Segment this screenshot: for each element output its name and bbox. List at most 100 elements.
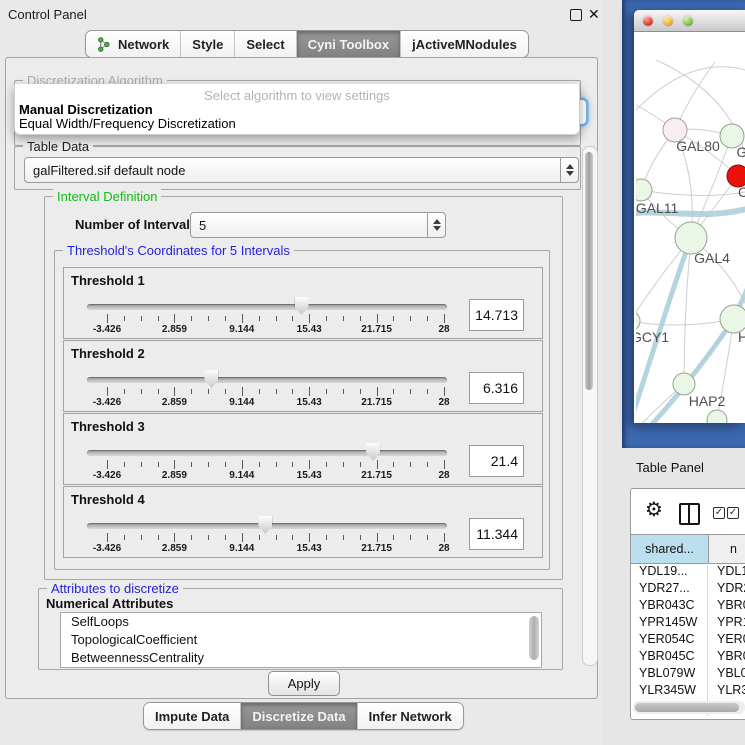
dropdown-option-manual-discretization[interactable]: Manual Discretization (19, 102, 153, 117)
table-row[interactable]: YBR045CYBR0 (631, 648, 745, 665)
tick-mark (326, 462, 327, 467)
bottom-tab-strip: Impute DataDiscretize DataInfer Network (143, 702, 464, 730)
threshold-3-slider-handle[interactable] (366, 443, 380, 461)
table-data-combobox[interactable]: galFiltered.sif default node (24, 157, 579, 183)
checked-box-icon[interactable]: ✓ (727, 507, 739, 519)
combobox-value: 5 (191, 218, 427, 233)
tick-mark (174, 533, 175, 542)
cell-shared-name[interactable]: YBR043C (631, 597, 708, 614)
cell-shared-name[interactable]: YDL19... (631, 563, 708, 580)
traffic-light-close-icon[interactable] (643, 16, 653, 26)
cell-name[interactable]: YBR0 (708, 648, 745, 665)
threshold-4-value-field[interactable]: 11.344 (469, 518, 524, 550)
cell-shared-name[interactable]: YLR345W (631, 682, 708, 699)
stepper-icon[interactable] (560, 158, 578, 182)
cell-shared-name[interactable]: YBL079W (631, 665, 708, 682)
cell-name[interactable]: YBR0 (708, 597, 745, 614)
column-header-name[interactable]: n (709, 535, 745, 563)
dropdown-option-equal-width-frequency[interactable]: Equal Width/Frequency Discretization (19, 116, 236, 131)
tab-network[interactable]: Network (86, 31, 180, 57)
stepper-icon[interactable] (427, 213, 445, 237)
panel-title: Control Panel (8, 7, 87, 22)
traffic-light-zoom-icon[interactable] (683, 16, 693, 26)
threshold-2-slider-handle[interactable] (204, 370, 218, 388)
threshold-2-value-field[interactable]: 6.316 (469, 372, 524, 404)
tick-mark (158, 462, 159, 467)
tick-mark (326, 389, 327, 394)
threshold-panel-2: Threshold 2-3.4262.8599.14415.4321.71528… (63, 340, 543, 412)
table-row[interactable]: YER054CYER0 (631, 631, 745, 648)
node-label: HAP2 (689, 393, 726, 409)
cell-name[interactable]: YPR1 (708, 614, 745, 631)
checked-box-icon[interactable]: ✓ (713, 507, 725, 519)
node-label: GAL4 (694, 250, 730, 266)
cell-name[interactable]: YDL1 (708, 563, 745, 580)
tick-label: 21.715 (361, 470, 392, 481)
panel-scrollbar-track[interactable] (582, 146, 598, 666)
table-row[interactable]: YPR145WYPR1 (631, 614, 745, 631)
traffic-light-minimize-icon[interactable] (663, 16, 673, 26)
tick-label: 21.715 (361, 543, 392, 554)
threshold-panel-3: Threshold 3-3.4262.8599.14415.4321.71528… (63, 413, 543, 485)
cell-name[interactable]: YDR2 (708, 580, 745, 597)
cell-name[interactable]: YBL0 (708, 665, 745, 682)
threshold-1-slider-handle[interactable] (295, 297, 309, 315)
tick-mark (393, 316, 394, 321)
float-window-icon[interactable] (570, 9, 582, 21)
gear-icon[interactable]: ⚙ (645, 497, 663, 522)
tab-impute-data[interactable]: Impute Data (144, 703, 240, 729)
cell-shared-name[interactable]: YPR145W (631, 614, 708, 631)
desktop-background: GAL80GCGAL11GAL4GCY1HHAP2 (622, 0, 745, 448)
tick-label: 9.144 (229, 470, 254, 481)
threshold-4-slider-handle[interactable] (258, 516, 272, 534)
table-row[interactable]: YBR043CYBR0 (631, 597, 745, 614)
table-row[interactable]: YDR27...YDR2 (631, 580, 745, 597)
node-label: GAL11 (636, 200, 678, 216)
cell-shared-name[interactable]: YBR045C (631, 648, 708, 665)
cell-name[interactable]: YER0 (708, 631, 745, 648)
top-tab-strip: NetworkStyleSelectCyni ToolboxjActiveMNo… (85, 30, 529, 58)
split-columns-icon[interactable] (679, 503, 700, 525)
list-scrollbar-thumb[interactable] (529, 616, 539, 660)
cell-shared-name[interactable]: YER054C (631, 631, 708, 648)
panel-scrollbar-thumb[interactable] (585, 152, 593, 390)
network-canvas[interactable]: GAL80GCGAL11GAL4GCY1HHAP2 (636, 32, 745, 423)
slider-track[interactable] (87, 304, 447, 310)
tab-jactivemnodules[interactable]: jActiveMNodules (400, 31, 528, 57)
network-node-gal11[interactable] (636, 179, 652, 201)
horizontal-scrollbar[interactable] (633, 701, 745, 714)
slider-track[interactable] (87, 450, 447, 456)
apply-button[interactable]: Apply (268, 671, 340, 696)
table-row[interactable]: YDL19...YDL1 (631, 563, 745, 580)
attribute-list-item[interactable]: SelfLoops (61, 613, 541, 631)
table-row[interactable]: YBL079WYBL0 (631, 665, 745, 682)
attribute-list-item[interactable]: BetweennessCentrality (61, 649, 541, 667)
cell-name[interactable]: YLR3 (708, 682, 745, 699)
tick-mark (393, 462, 394, 467)
network-node-bottom-node[interactable] (707, 410, 727, 423)
tab-infer-network[interactable]: Infer Network (357, 703, 463, 729)
slider-track[interactable] (87, 377, 447, 383)
threshold-3-value-field[interactable]: 21.4 (469, 445, 524, 477)
number-of-intervals-combobox[interactable]: 5 (190, 212, 446, 238)
tab-select[interactable]: Select (234, 31, 295, 57)
column-header-shared-name[interactable]: shared... (631, 535, 709, 563)
tick-mark (410, 389, 411, 394)
close-icon[interactable]: ✕ (588, 5, 600, 23)
tab-cyni-toolbox[interactable]: Cyni Toolbox (296, 31, 400, 57)
tick-mark (242, 460, 243, 469)
horizontal-scrollbar-thumb[interactable] (635, 703, 739, 712)
numerical-attributes-label: Numerical Attributes (46, 596, 173, 611)
node-label: GCY1 (636, 329, 669, 345)
attribute-list-item[interactable]: TopologicalCoefficient (61, 631, 541, 649)
tab-style[interactable]: Style (180, 31, 234, 57)
tick-mark (309, 387, 310, 396)
tick-mark (158, 535, 159, 540)
network-node-gcy1[interactable] (636, 311, 640, 331)
threshold-1-value-field[interactable]: 14.713 (469, 299, 524, 331)
cell-shared-name[interactable]: YDR27... (631, 580, 708, 597)
table-row[interactable]: YLR345WYLR3 (631, 682, 745, 699)
network-node-hap2[interactable] (673, 373, 695, 395)
tab-discretize-data[interactable]: Discretize Data (240, 703, 356, 729)
network-window-titlebar[interactable] (634, 10, 745, 32)
